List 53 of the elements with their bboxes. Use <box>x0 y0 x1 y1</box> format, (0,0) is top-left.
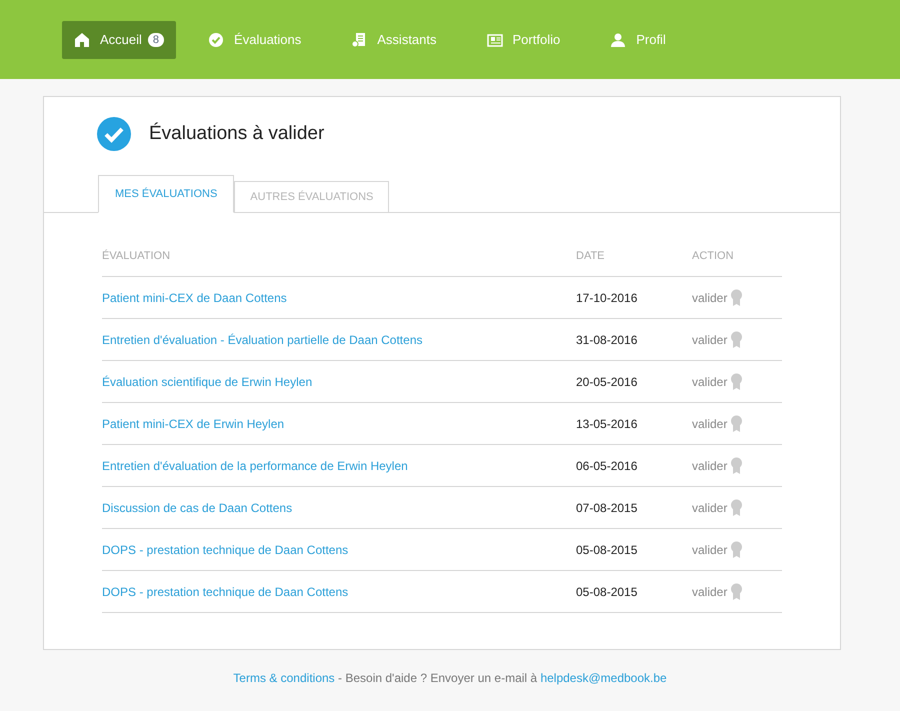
award-icon <box>730 499 744 516</box>
home-icon <box>74 32 90 48</box>
award-icon <box>730 289 744 306</box>
newspaper-icon <box>486 32 503 48</box>
date-text: 31-08-2016 <box>576 332 638 346</box>
check-circle-icon <box>97 117 131 151</box>
validate-link[interactable]: valider <box>692 289 744 306</box>
email-link[interactable]: helpdesk@medbook.be <box>540 671 667 685</box>
terms-link[interactable]: Terms & conditions <box>233 671 335 685</box>
validate-link[interactable]: valider <box>692 541 744 558</box>
column-header: ÉVALUATION <box>102 250 170 262</box>
nav-item[interactable]: Assistants <box>339 20 449 58</box>
date-text: 07-08-2015 <box>576 500 638 514</box>
evaluation-link[interactable]: Patient mini-CEX de Daan Cottens <box>102 290 287 304</box>
check-circle-icon <box>208 32 224 48</box>
evaluation-link[interactable]: Discussion de cas de Daan Cottens <box>102 500 292 514</box>
tab[interactable]: MES ÉVALUATIONS <box>98 175 234 213</box>
tab[interactable]: AUTRES ÉVALUATIONS <box>234 181 390 212</box>
page-title: Évaluations à valider <box>149 123 324 145</box>
nav-item[interactable]: Évaluations <box>196 20 314 58</box>
help-text: - Besoin d'aide ? Envoyer un e-mail à <box>338 671 538 685</box>
evaluation-link[interactable]: DOPS - prestation technique de Daan Cottens <box>102 542 348 556</box>
user-icon <box>610 32 626 48</box>
award-icon <box>730 415 744 432</box>
nav-item[interactable]: Profil <box>598 20 678 58</box>
evaluation-link[interactable]: Patient mini-CEX de Erwin Heylen <box>102 416 284 430</box>
award-icon <box>730 331 744 348</box>
column-header: DATE <box>576 250 605 262</box>
count-badge: 8 <box>148 32 164 46</box>
evaluation-link[interactable]: DOPS - prestation technique de Daan Cottens <box>102 584 348 598</box>
award-icon <box>730 457 744 474</box>
date-text: 05-08-2015 <box>576 542 638 556</box>
date-text: 05-08-2015 <box>576 584 638 598</box>
nav-item[interactable]: Portfolio <box>474 20 572 58</box>
document-icon <box>351 32 368 48</box>
evaluation-link[interactable]: Entretien d'évaluation - Évaluation partielle de Daan Cottens <box>102 332 422 346</box>
date-text: 06-05-2016 <box>576 458 638 472</box>
nav-item[interactable]: Accueil 8 <box>62 20 176 58</box>
validate-link[interactable]: valider <box>692 499 744 516</box>
validate-link[interactable]: valider <box>692 331 744 348</box>
evaluation-link[interactable]: Évaluation scientifique de Erwin Heylen <box>102 374 312 388</box>
date-text: 17-10-2016 <box>576 290 638 304</box>
evaluation-link[interactable]: Entretien d'évaluation de la performance de Erwin Heylen <box>102 458 408 472</box>
award-icon <box>730 583 744 600</box>
validate-link[interactable]: valider <box>692 415 744 432</box>
validate-link[interactable]: valider <box>692 583 744 600</box>
date-text: 20-05-2016 <box>576 374 638 388</box>
validate-link[interactable]: valider <box>692 373 744 390</box>
award-icon <box>730 541 744 558</box>
column-header: ACTION <box>692 250 734 262</box>
validate-link[interactable]: valider <box>692 457 744 474</box>
date-text: 13-05-2016 <box>576 416 638 430</box>
award-icon <box>730 373 744 390</box>
